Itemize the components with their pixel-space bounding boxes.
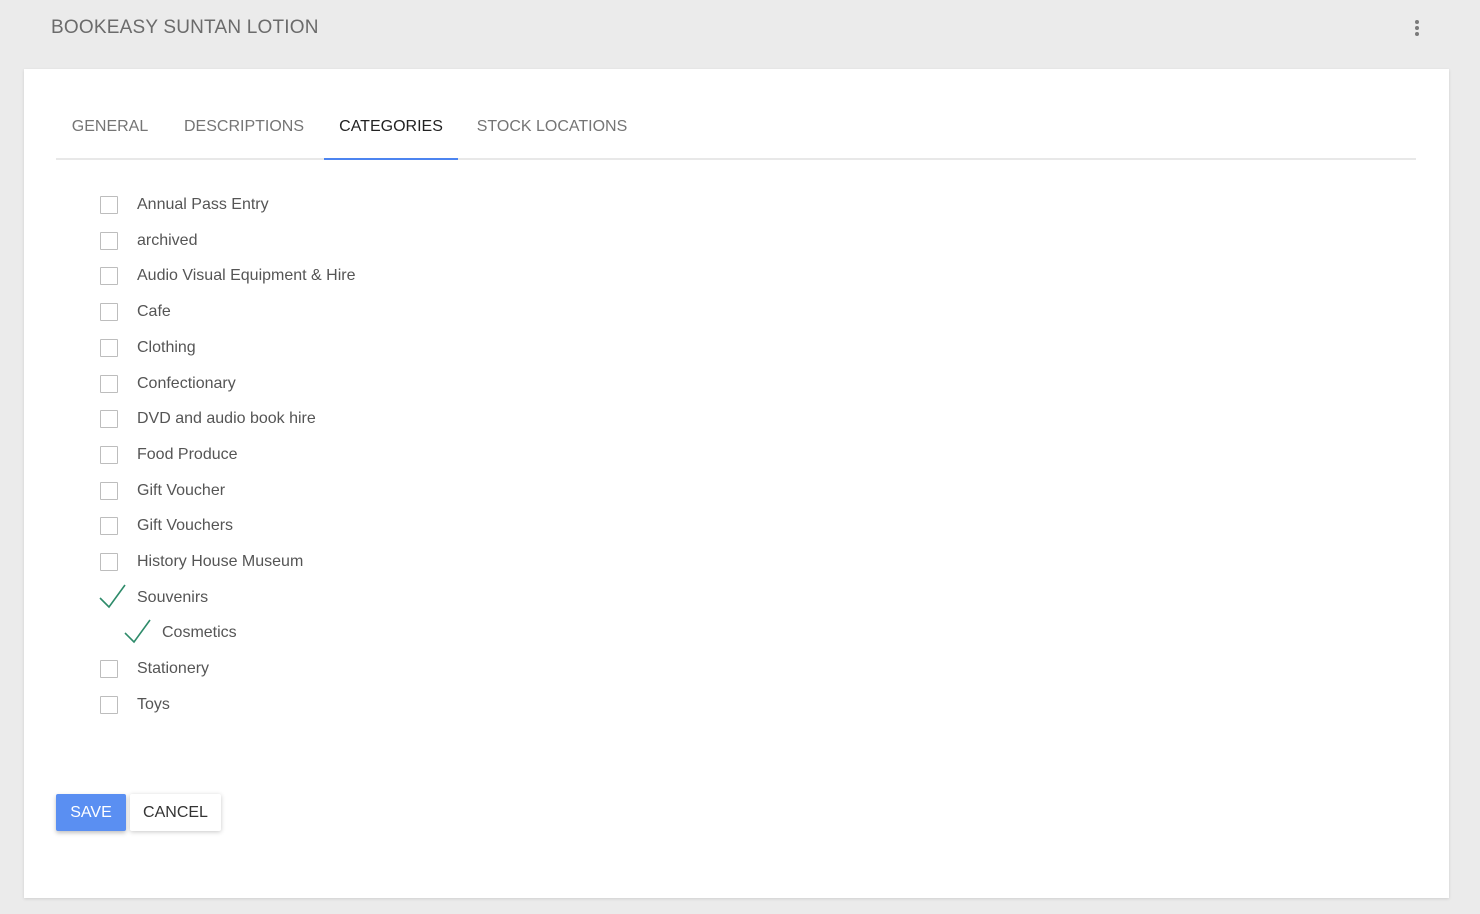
category-label: Food Produce: [137, 446, 238, 463]
checkbox-checked-icon[interactable]: [124, 617, 152, 645]
category-label: Clothing: [137, 339, 196, 356]
tab-general[interactable]: GENERAL: [56, 105, 164, 158]
product-card: GENERAL DESCRIPTIONS CATEGORIES STOCK LO…: [24, 69, 1449, 898]
category-label: Cosmetics: [162, 624, 237, 641]
category-checkbox[interactable]: [100, 482, 118, 500]
category-label: Gift Voucher: [137, 482, 226, 499]
category-checkbox[interactable]: [100, 696, 118, 714]
top-bar: BOOKEASY SUNTAN LOTION: [0, 0, 1480, 56]
category-label: History House Museum: [137, 553, 304, 570]
category-checkbox[interactable]: [100, 339, 118, 357]
category-label: Toys: [137, 696, 170, 713]
category-label: Audio Visual Equipment & Hire: [137, 267, 356, 284]
category-label: Stationery: [137, 660, 210, 677]
category-label: archived: [137, 232, 198, 249]
category-label: Cafe: [137, 303, 171, 320]
category-checkbox[interactable]: [100, 517, 118, 535]
category-checkbox[interactable]: [100, 375, 118, 393]
save-button[interactable]: SAVE: [56, 794, 126, 831]
tab-stock-locations[interactable]: STOCK LOCATIONS: [468, 105, 636, 158]
more-vert-icon[interactable]: [1405, 14, 1429, 42]
tab-bar: GENERAL DESCRIPTIONS CATEGORIES STOCK LO…: [56, 105, 1416, 160]
category-checkbox[interactable]: [100, 446, 118, 464]
category-label: Souvenirs: [137, 589, 209, 606]
category-label: Confectionary: [137, 375, 236, 392]
category-checkbox[interactable]: [100, 410, 118, 428]
cancel-button[interactable]: CANCEL: [130, 794, 221, 831]
tab-categories[interactable]: CATEGORIES: [324, 105, 458, 160]
category-checkbox[interactable]: [100, 267, 118, 285]
category-label: DVD and audio book hire: [137, 410, 316, 427]
category-label: Gift Vouchers: [137, 517, 234, 534]
page-title: BOOKEASY SUNTAN LOTION: [51, 17, 319, 38]
tab-descriptions[interactable]: DESCRIPTIONS: [174, 105, 314, 158]
category-checkbox[interactable]: [100, 660, 118, 678]
category-checkbox[interactable]: [100, 232, 118, 250]
category-checkbox[interactable]: [100, 196, 118, 214]
category-checkbox[interactable]: [100, 303, 118, 321]
category-label: Annual Pass Entry: [137, 196, 269, 213]
category-checkbox[interactable]: [100, 553, 118, 571]
checkbox-checked-icon[interactable]: [99, 582, 127, 610]
